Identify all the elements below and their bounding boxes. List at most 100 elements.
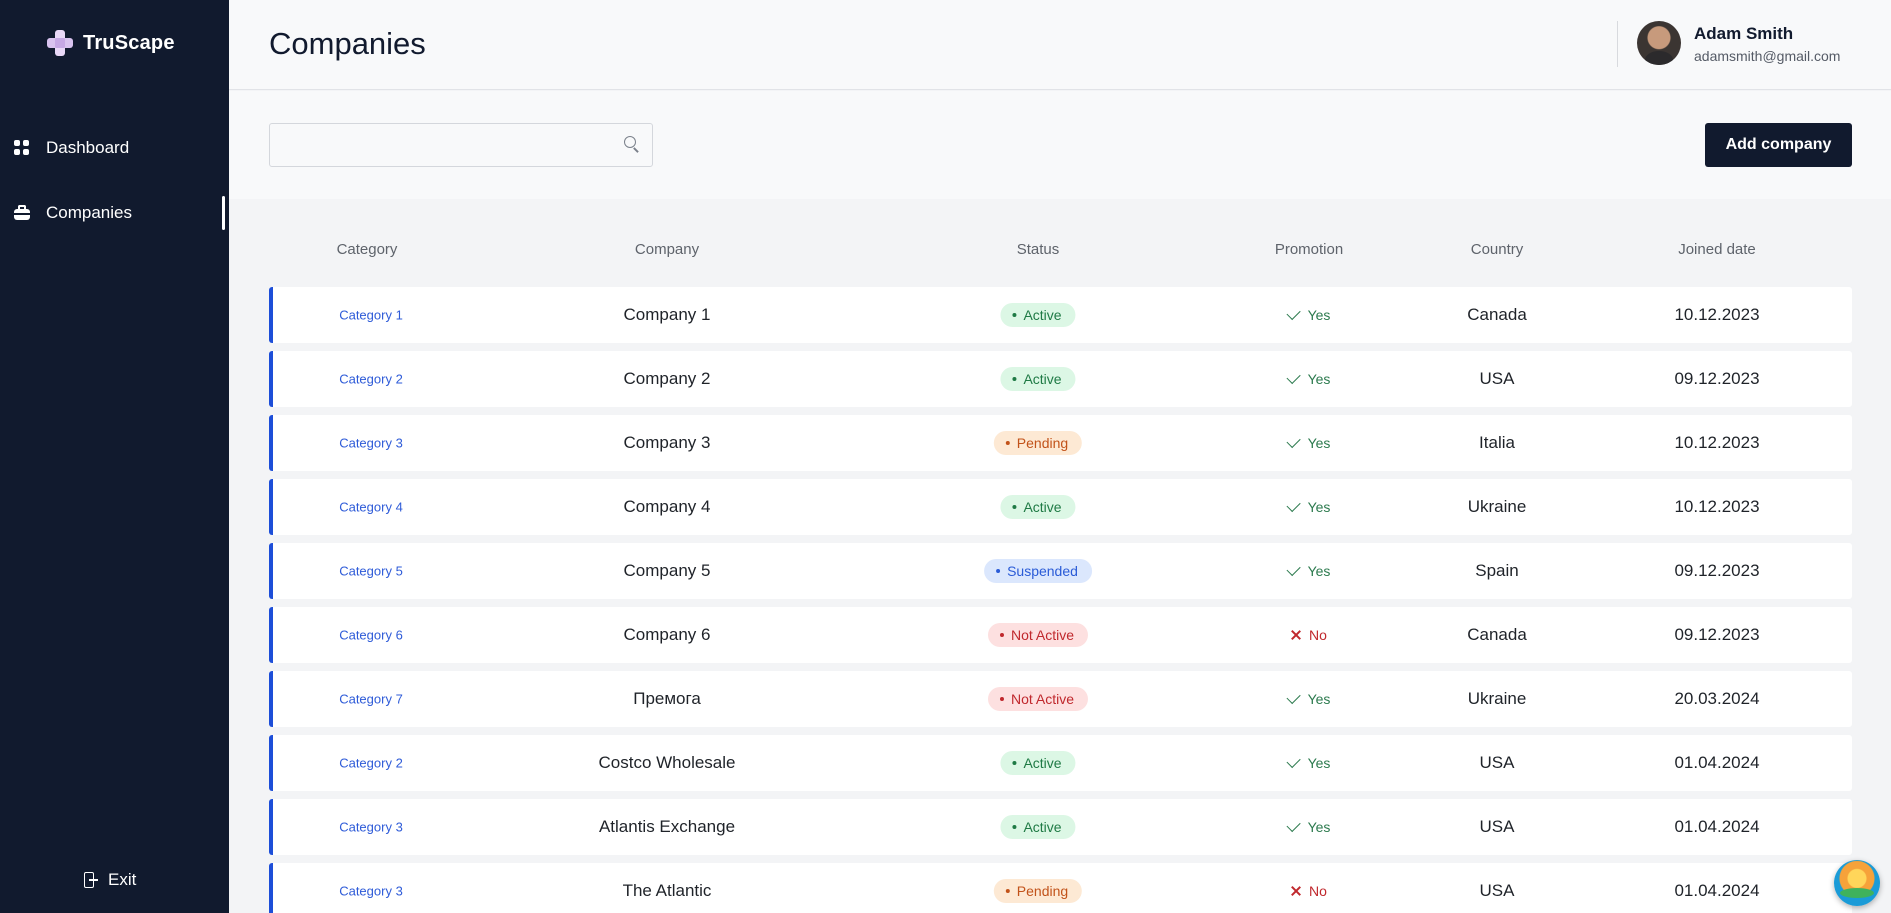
cross-icon	[1291, 886, 1301, 896]
column-header-company[interactable]: Company	[635, 241, 699, 258]
table-row[interactable]: Category 6 Company 6 Not Active No Canada 09.…	[269, 607, 1852, 663]
exit-button[interactable]: Exit	[84, 870, 136, 890]
status-dot-icon	[1005, 889, 1010, 893]
company-name: Atlantis Exchange	[598, 817, 736, 836]
joined-date: 20.03.2024	[1674, 689, 1760, 708]
check-icon	[1286, 561, 1301, 577]
table-row[interactable]: Category 3 The Atlantic Pending No USA 01.04.…	[269, 863, 1852, 913]
table-row[interactable]: Category 4 Company 4 Active Yes Ukraine 10.12…	[269, 479, 1852, 535]
table-row[interactable]: Category 7 Премога Not Active Yes Ukraine 20.…	[269, 671, 1852, 727]
company-name: Company 3	[623, 433, 711, 452]
avatar[interactable]	[1637, 21, 1681, 65]
briefcase-icon	[14, 205, 30, 221]
status-label: Not Active	[1010, 691, 1075, 707]
status-label: Active	[1023, 371, 1062, 387]
search-input[interactable]	[270, 124, 610, 166]
status-dot-icon	[1012, 505, 1017, 509]
promotion-indicator: No	[1291, 883, 1327, 899]
table-row[interactable]: Category 1 Company 1 Active Yes Canada 10.12.…	[269, 287, 1852, 343]
table-row[interactable]: Category 3 Atlantis Exchange Active Yes USA 0…	[269, 799, 1852, 855]
joined-date: 01.04.2024	[1674, 753, 1760, 772]
status-dot-icon	[1012, 313, 1017, 317]
promotion-indicator: Yes	[1286, 561, 1330, 579]
exit-label: Exit	[108, 870, 137, 889]
status-badge: Active	[1000, 303, 1076, 327]
country: Canada	[1467, 625, 1527, 644]
promotion-label: Yes	[1307, 499, 1331, 515]
promotion-label: Yes	[1307, 371, 1331, 387]
user-name: Adam Smith	[1694, 24, 1794, 43]
column-header-status[interactable]: Status	[1017, 241, 1060, 258]
help-chat-icon[interactable]	[1834, 860, 1880, 906]
status-badge: Active	[1000, 367, 1076, 391]
category-link[interactable]: Category 3	[339, 436, 403, 451]
promotion-indicator: Yes	[1286, 753, 1331, 771]
promotion-label: Yes	[1307, 307, 1331, 323]
column-header-joined-date[interactable]: Joined date	[1678, 241, 1756, 258]
status-dot-icon	[999, 633, 1004, 637]
country: Italia	[1479, 433, 1515, 452]
page-title: Companies	[269, 26, 426, 61]
promotion-indicator: Yes	[1286, 369, 1331, 387]
joined-date: 09.12.2023	[1674, 369, 1760, 388]
status-label: Pending	[1016, 883, 1069, 899]
promotion-label: Yes	[1307, 435, 1331, 451]
app-logo[interactable]: TruScape	[47, 30, 175, 56]
sidebar-item-dashboard[interactable]: Dashboard	[0, 128, 229, 168]
category-link[interactable]: Category 4	[339, 500, 403, 515]
company-name: Company 6	[623, 625, 711, 644]
category-link[interactable]: Category 7	[339, 692, 403, 707]
promotion-label: Yes	[1307, 755, 1331, 771]
check-icon	[1286, 497, 1301, 513]
column-header-promotion[interactable]: Promotion	[1275, 241, 1343, 258]
search-icon[interactable]	[624, 136, 640, 153]
status-label: Suspended	[1007, 563, 1078, 579]
check-icon	[1286, 817, 1301, 833]
check-icon	[1286, 433, 1301, 449]
company-name: Company 5	[623, 561, 711, 580]
category-link[interactable]: Category 2	[339, 756, 403, 771]
status-badge: Not Active	[987, 687, 1089, 711]
status-badge: Suspended	[984, 559, 1092, 583]
sidebar-item-label: Companies	[46, 203, 132, 222]
country: Spain	[1475, 561, 1519, 580]
country: Ukraine	[1467, 689, 1527, 708]
category-link[interactable]: Category 6	[339, 628, 403, 643]
status-badge: Active	[1000, 495, 1076, 519]
status-label: Active	[1023, 307, 1062, 323]
promotion-label: No	[1309, 627, 1327, 643]
status-label: Pending	[1016, 435, 1069, 451]
sidebar: TruScape Dashboard Companies Exit	[0, 0, 229, 913]
check-icon	[1286, 369, 1301, 385]
table-row[interactable]: Category 2 Costco Wholesale Active Yes USA 01…	[269, 735, 1852, 791]
country: USA	[1479, 753, 1515, 772]
table-row[interactable]: Category 3 Company 3 Pending Yes Italia 10.12…	[269, 415, 1852, 471]
sidebar-item-companies[interactable]: Companies	[0, 193, 229, 233]
header-divider	[1617, 21, 1618, 67]
category-link[interactable]: Category 5	[339, 564, 403, 579]
country: USA	[1479, 369, 1515, 388]
category-link[interactable]: Category 1	[339, 308, 403, 323]
add-company-button[interactable]: Add company	[1705, 123, 1852, 167]
status-badge: Not Active	[987, 623, 1089, 647]
app-name: TruScape	[83, 31, 175, 54]
category-link[interactable]: Category 3	[339, 820, 403, 835]
status-dot-icon	[999, 697, 1004, 701]
company-name: The Atlantic	[622, 881, 712, 900]
table-row[interactable]: Category 5 Company 5 Suspended Yes Spain 09.1…	[269, 543, 1852, 599]
table-header: Category Company Status Promotion Countr…	[269, 236, 1852, 266]
column-header-category[interactable]: Category	[337, 241, 398, 258]
category-link[interactable]: Category 3	[339, 884, 403, 899]
joined-date: 09.12.2023	[1674, 625, 1760, 644]
country: USA	[1479, 817, 1515, 836]
joined-date: 01.04.2024	[1674, 817, 1760, 836]
status-dot-icon	[1005, 441, 1010, 445]
joined-date: 10.12.2023	[1674, 497, 1760, 516]
category-link[interactable]: Category 2	[339, 372, 403, 387]
table-row[interactable]: Category 2 Company 2 Active Yes USA 09.12.202…	[269, 351, 1852, 407]
country: Ukraine	[1467, 497, 1527, 516]
status-label: Active	[1023, 755, 1062, 771]
status-dot-icon	[1012, 377, 1017, 381]
check-icon	[1286, 753, 1301, 769]
column-header-country[interactable]: Country	[1471, 241, 1524, 258]
